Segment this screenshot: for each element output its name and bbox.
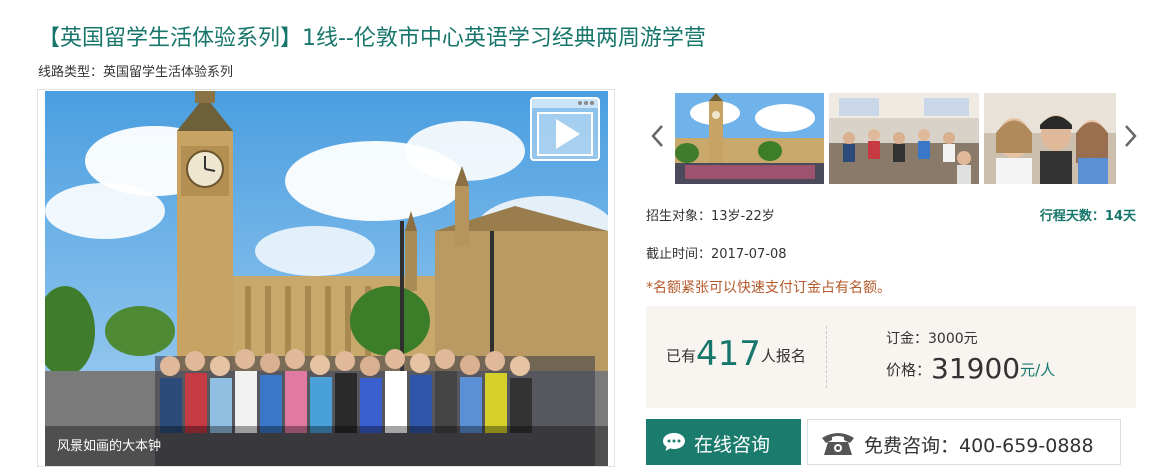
- deadline: 截止时间：2017-07-08: [646, 247, 787, 262]
- signup-suffix: 人报名: [760, 347, 806, 365]
- route-type: 线路类型：英国留学生活体验系列: [38, 65, 234, 80]
- page-title: 【英国留学生活体验系列】1线--伦敦市中心英语学习经典两周游学营: [38, 26, 706, 51]
- main-photo-frame: 风景如画的大本钟: [37, 89, 615, 467]
- quota-notice: *名额紧张可以快速支付订金占有名额。: [646, 280, 891, 296]
- chat-bubble-icon: [662, 432, 686, 455]
- signup-prefix: 已有: [666, 347, 697, 365]
- price-label: 价格：: [886, 361, 932, 379]
- divider: [826, 326, 827, 388]
- chevron-left-icon[interactable]: [648, 122, 668, 150]
- price-box: 已有417人报名 订金：3000元 价格：31900元/人: [646, 306, 1136, 408]
- signup-count-area: 已有417人报名: [666, 334, 806, 374]
- online-consult-label: 在线咨询: [694, 435, 771, 456]
- chevron-right-icon[interactable]: [1120, 122, 1140, 150]
- enroll-target: 招生对象：13岁-22岁: [646, 209, 775, 224]
- big-ben-photo: [45, 91, 608, 466]
- main-photo[interactable]: 风景如画的大本钟: [45, 91, 608, 466]
- price-value: 31900: [931, 352, 1021, 385]
- trip-duration: 行程天数：14天: [1039, 209, 1136, 224]
- thumbnail-students-selfie[interactable]: [984, 93, 1116, 184]
- online-consult-button[interactable]: 在线咨询: [646, 419, 801, 465]
- deposit: 订金：3000元: [886, 331, 978, 347]
- thumbnail-big-ben[interactable]: [675, 93, 824, 184]
- price-line: 价格：31900元/人: [886, 352, 1055, 385]
- telephone-icon: [818, 428, 858, 462]
- play-video-icon[interactable]: [530, 97, 600, 161]
- phone-consult-label: 免费咨询：400-659-0888: [864, 435, 1094, 457]
- price-unit: 元/人: [1020, 361, 1056, 379]
- phone-consult-button[interactable]: 免费咨询：400-659-0888: [807, 419, 1121, 465]
- photo-caption: 风景如画的大本钟: [57, 439, 162, 454]
- signup-count: 417: [696, 334, 761, 374]
- thumbnail-classroom[interactable]: [829, 93, 979, 184]
